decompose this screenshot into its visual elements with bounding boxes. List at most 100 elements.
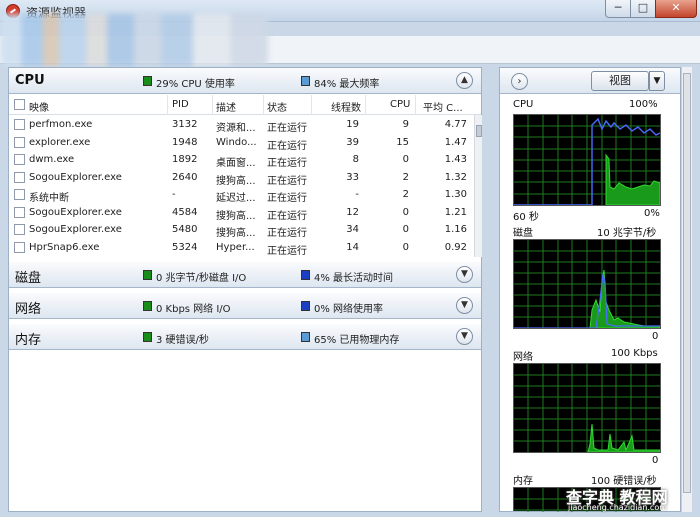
cell-pid: 4584 — [172, 206, 198, 218]
row-checkbox[interactable] — [14, 241, 25, 253]
cell-cpu: 9 — [402, 119, 409, 130]
chevron-up-icon[interactable]: ▲ — [456, 72, 473, 89]
memory-graph-label: 内存 — [513, 476, 533, 487]
cell-image: SogouExplorer.exe — [29, 224, 122, 235]
table-row[interactable]: 系统中断 - 延迟过... 正在运行 - 2 1.30 — [9, 186, 474, 204]
cell-image: perfmon.exe — [29, 119, 93, 130]
table-row[interactable]: dwm.exe 1892 桌面窗... 正在运行 8 0 1.43 — [9, 151, 474, 169]
cell-cpu: 2 — [402, 189, 409, 200]
cpu-table-scrollbar[interactable] — [474, 115, 482, 257]
col-threads[interactable]: 线程数 — [331, 99, 361, 114]
col-separator — [212, 95, 213, 115]
cell-pid: 3132 — [172, 119, 198, 130]
cell-pid: 1892 — [172, 154, 198, 165]
cpu-usage-area — [605, 153, 661, 206]
row-checkbox[interactable] — [14, 119, 25, 130]
table-row[interactable]: SogouExplorer.exe 2640 搜狗高... 正在运行 33 2 1.32 — [9, 169, 474, 187]
view-dropdown-icon[interactable]: ▼ — [649, 71, 665, 91]
cpu-section-header[interactable]: CPU 29% CPU 使用率 84% 最大频率 ▲ — [9, 68, 481, 94]
network-usage-legend-icon — [301, 301, 310, 311]
table-row[interactable]: SogouExplorer.exe 4584 搜狗高... 正在运行 12 0 1.21 — [9, 204, 474, 222]
left-panel: CPU 29% CPU 使用率 84% 最大频率 ▲ 映像 PID 描述 状态 … — [8, 67, 482, 512]
cell-image: SogouExplorer.exe — [29, 206, 122, 218]
cpu-freq-legend-icon — [301, 76, 310, 86]
network-graph-plot — [514, 364, 661, 453]
cell-avg: 1.43 — [444, 154, 467, 165]
row-checkbox[interactable] — [14, 206, 25, 218]
cell-cpu: 0 — [402, 206, 409, 218]
view-button[interactable]: 视图 — [591, 71, 649, 91]
cpu-usage-legend-icon — [143, 76, 152, 86]
table-row[interactable]: SogouExplorer.exe 5480 搜狗高... 正在运行 34 0 1.16 — [9, 221, 474, 239]
col-status[interactable]: 状态 — [267, 99, 287, 114]
memory-section-header[interactable]: 内存 3 硬错误/秒 65% 已用物理内存 ▼ — [9, 324, 481, 350]
cell-status: 正在运行 — [267, 158, 307, 169]
graphs-panel: › 视图 ▼ CPU 100% 60 秒 0% 磁盘 10 兆字节/秒 0 网络… — [499, 67, 681, 512]
col-separator — [311, 95, 312, 115]
cell-status: 正在运行 — [267, 228, 307, 239]
table-row[interactable]: explorer.exe 1948 Windo... 正在运行 39 15 1.47 — [9, 134, 474, 152]
col-separator — [415, 95, 416, 115]
cell-pid: 2640 — [172, 171, 198, 183]
collapse-pane-icon[interactable]: › — [511, 73, 528, 90]
cell-desc: 搜狗高... — [216, 210, 256, 222]
cell-status: 正在运行 — [267, 175, 307, 187]
network-graph-label: 网络 — [513, 352, 533, 363]
cell-threads: 39 — [346, 136, 359, 148]
select-all-checkbox[interactable] — [14, 99, 25, 110]
disk-graph-max: 10 兆字节/秒 — [597, 228, 657, 239]
disk-graph-plot — [514, 240, 661, 329]
cell-threads: 14 — [346, 241, 359, 253]
col-pid[interactable]: PID — [172, 99, 189, 110]
scrollbar-thumb[interactable] — [476, 125, 482, 137]
chevron-down-icon[interactable]: ▼ — [456, 297, 473, 314]
network-graph-min: 0 — [652, 455, 659, 466]
row-checkbox[interactable] — [14, 154, 25, 165]
table-row[interactable]: HprSnap6.exe 5324 Hyper... 正在运行 14 0 0.92 — [9, 239, 474, 257]
network-graph — [513, 363, 661, 453]
network-section-header[interactable]: 网络 0 Kbps 网络 I/O 0% 网络使用率 ▼ — [9, 293, 481, 319]
cell-cpu: 0 — [402, 154, 409, 165]
cpu-graph-plot — [514, 115, 661, 206]
memory-faults-text: 3 硬错误/秒 — [156, 335, 209, 346]
network-io-text: 0 Kbps 网络 I/O — [156, 304, 231, 315]
cell-status: 正在运行 — [267, 193, 307, 204]
cpu-graph-time: 60 秒 — [513, 212, 539, 223]
cell-avg: 1.16 — [444, 224, 467, 235]
cell-avg: 0.92 — [444, 241, 467, 253]
cell-status: 正在运行 — [267, 123, 307, 134]
col-image[interactable]: 映像 — [29, 99, 49, 114]
maximize-button[interactable]: □ — [630, 0, 656, 18]
col-avg-cpu[interactable]: 平均 C... — [423, 99, 463, 114]
row-checkbox[interactable] — [14, 224, 25, 235]
minimize-button[interactable]: ─ — [605, 0, 631, 18]
close-button[interactable]: ✕ — [655, 0, 697, 18]
network-graph-max: 100 Kbps — [611, 348, 658, 359]
cell-pid: 5324 — [172, 241, 198, 253]
col-separator — [263, 95, 264, 115]
scrollbar-thumb[interactable] — [683, 73, 691, 493]
memory-used-text: 65% 已用物理内存 — [314, 335, 400, 346]
cell-cpu: 15 — [396, 136, 409, 148]
disk-io-text: 0 兆字节/秒磁盘 I/O — [156, 273, 247, 284]
cell-desc: 搜狗高... — [216, 175, 256, 187]
cpu-freq-text: 84% 最大频率 — [314, 79, 380, 90]
row-checkbox[interactable] — [14, 171, 25, 183]
row-checkbox[interactable] — [14, 136, 25, 148]
disk-section-header[interactable]: 磁盘 0 兆字节/秒磁盘 I/O 4% 最长活动时间 ▼ — [9, 262, 481, 288]
chevron-down-icon[interactable]: ▼ — [456, 328, 473, 345]
cell-image: SogouExplorer.exe — [29, 171, 122, 183]
row-checkbox[interactable] — [14, 189, 25, 200]
cell-threads: 34 — [346, 224, 359, 235]
cell-status: 正在运行 — [267, 140, 307, 152]
table-row[interactable]: perfmon.exe 3132 资源和... 正在运行 19 9 4.77 — [9, 116, 474, 134]
disk-graph-label: 磁盘 — [513, 228, 533, 239]
cell-desc: 资源和... — [216, 123, 256, 134]
watermark-sub: jiaocheng.chazidian.com — [568, 503, 668, 512]
col-desc[interactable]: 描述 — [216, 99, 236, 114]
col-cpu[interactable]: CPU — [390, 99, 410, 110]
disk-section-title: 磁盘 — [15, 271, 42, 286]
network-usage-text: 0% 网络使用率 — [314, 304, 384, 315]
chevron-down-icon[interactable]: ▼ — [456, 266, 473, 283]
graphs-scrollbar[interactable] — [681, 67, 692, 512]
